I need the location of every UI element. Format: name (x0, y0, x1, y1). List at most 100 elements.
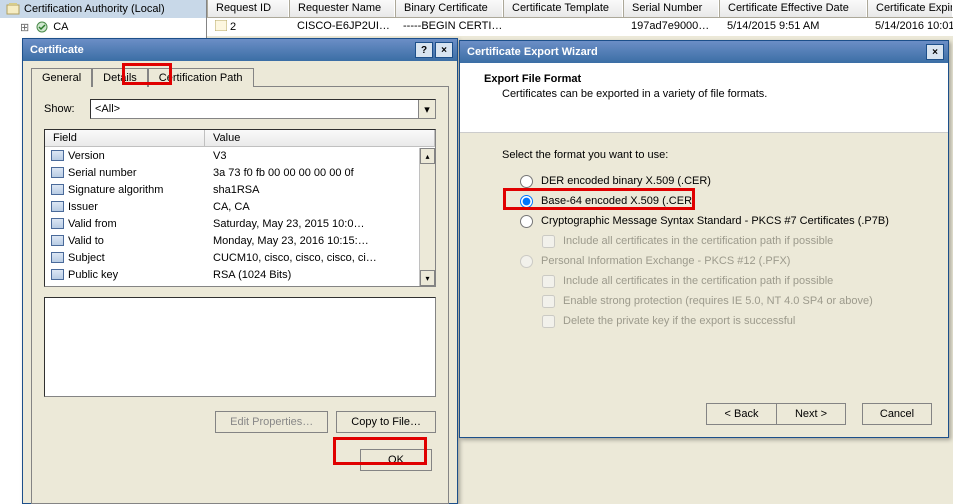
field-value: CA, CA (205, 201, 435, 213)
field-name: Subject (68, 252, 105, 264)
close-button[interactable]: × (435, 42, 453, 58)
edit-properties-button: Edit Properties… (215, 411, 328, 433)
expand-icon[interactable]: ⊞ (20, 21, 29, 34)
table-row[interactable]: 2 CISCO-E6JP2UI… -----BEGIN CERTI… 197ad… (207, 18, 953, 36)
radio-pfx: Personal Information Exchange - PKCS #12… (502, 251, 924, 271)
field-icon (51, 252, 64, 263)
field-row[interactable]: VersionV3 (45, 147, 435, 164)
check-p7b-include: Include all certificates in the certific… (502, 231, 924, 251)
check-pfx-include: Include all certificates in the certific… (502, 271, 924, 291)
field-icon (51, 201, 64, 212)
field-row[interactable]: Valid fromSaturday, May 23, 2015 10:0… (45, 215, 435, 232)
field-icon (51, 218, 64, 229)
select-format-label: Select the format you want to use: (502, 149, 924, 161)
field-value: Monday, May 23, 2016 10:15:… (205, 235, 435, 247)
field-name: Public key (68, 269, 118, 281)
radio-der-label: DER encoded binary X.509 (.CER) (541, 175, 711, 187)
check-p7b-include-input (542, 235, 555, 248)
copy-to-file-button[interactable]: Copy to File… (336, 411, 436, 433)
value-detail-box[interactable] (44, 297, 436, 397)
radio-p7b-input[interactable] (520, 215, 533, 228)
radio-p7b[interactable]: Cryptographic Message Syntax Standard - … (502, 211, 924, 231)
scrollbar[interactable]: ▴ ▾ (419, 148, 435, 286)
ca-icon (35, 20, 49, 34)
chevron-down-icon[interactable]: ▾ (418, 100, 435, 118)
details-panel: Show: <All> ▾ Field Value VersionV3Seria… (31, 86, 449, 504)
col-requester[interactable]: Requester Name (289, 0, 395, 17)
check-p7b-include-label: Include all certificates in the certific… (563, 235, 833, 247)
col-effective[interactable]: Certificate Effective Date (719, 0, 867, 17)
field-row[interactable]: Signature algorithmsha1RSA (45, 181, 435, 198)
cert-row-icon (215, 20, 227, 34)
cancel-button[interactable]: Cancel (862, 403, 932, 425)
export-wizard-dialog: Certificate Export Wizard × Export File … (459, 40, 949, 438)
tab-details[interactable]: Details (92, 68, 148, 87)
check-pfx-strong: Enable strong protection (requires IE 5.… (502, 291, 924, 311)
field-row[interactable]: Subject CUCM10, cisco, cisco, cisco, ci… (45, 249, 435, 266)
cell-expiry: 5/14/2016 10:01 (867, 18, 953, 36)
header-value[interactable]: Value (205, 130, 435, 146)
field-icon (51, 150, 64, 161)
tree-child[interactable]: ⊞ CA (0, 18, 206, 36)
radio-base64[interactable]: Base-64 encoded X.509 (.CER) (502, 191, 924, 211)
show-combo[interactable]: <All> ▾ (90, 99, 436, 119)
check-pfx-delete: Delete the private key if the export is … (502, 311, 924, 331)
field-icon (51, 184, 64, 195)
col-serial[interactable]: Serial Number (623, 0, 719, 17)
ok-button[interactable]: OK (360, 449, 432, 471)
scroll-up-icon[interactable]: ▴ (420, 148, 435, 164)
list-header: Request ID Requester Name Binary Certifi… (207, 0, 953, 18)
col-expiry[interactable]: Certificate Expira (867, 0, 953, 17)
radio-der[interactable]: DER encoded binary X.509 (.CER) (502, 171, 924, 191)
wizard-close-button[interactable]: × (926, 44, 944, 60)
field-name: Valid to (68, 235, 104, 247)
tab-general[interactable]: General (31, 68, 92, 87)
radio-base64-input[interactable] (520, 195, 533, 208)
radio-der-input[interactable] (520, 175, 533, 188)
col-template[interactable]: Certificate Template (503, 0, 623, 17)
header-field[interactable]: Field (45, 130, 205, 146)
back-button[interactable]: < Back (706, 403, 776, 425)
tree-root-label: Certification Authority (Local) (24, 3, 165, 15)
radio-pfx-label: Personal Information Exchange - PKCS #12… (541, 255, 790, 267)
field-row[interactable]: Valid to Monday, May 23, 2016 10:15:… (45, 232, 435, 249)
field-name: Serial number (68, 167, 136, 179)
field-row[interactable]: Serial number3a 73 f0 fb 00 00 00 00 00 … (45, 164, 435, 181)
cell-request-id: 2 (230, 21, 236, 33)
wizard-heading: Export File Format (484, 73, 924, 85)
certificate-dialog: Certificate ? × General Details Certific… (22, 38, 458, 504)
check-pfx-strong-label: Enable strong protection (requires IE 5.… (563, 295, 873, 307)
field-icon (51, 167, 64, 178)
scroll-down-icon[interactable]: ▾ (420, 270, 435, 286)
wizard-title: Certificate Export Wizard (464, 46, 924, 58)
next-button[interactable]: Next > (776, 403, 846, 425)
field-value: sha1RSA (205, 184, 435, 196)
field-value: RSA (1024 Bits) (205, 269, 435, 281)
tree-child-label: CA (53, 21, 68, 33)
radio-p7b-label: Cryptographic Message Syntax Standard - … (541, 215, 889, 227)
check-pfx-include-input (542, 275, 555, 288)
col-binary[interactable]: Binary Certificate (395, 0, 503, 17)
col-request-id[interactable]: Request ID (207, 0, 289, 17)
radio-base64-label: Base-64 encoded X.509 (.CER) (541, 195, 696, 207)
tab-cert-path[interactable]: Certification Path (148, 68, 254, 87)
help-button[interactable]: ? (415, 42, 433, 58)
cell-requester: CISCO-E6JP2UI… (289, 18, 395, 36)
field-row[interactable]: Public key RSA (1024 Bits) (45, 266, 435, 283)
check-pfx-include-label: Include all certificates in the certific… (563, 275, 833, 287)
check-pfx-delete-input (542, 315, 555, 328)
wizard-subtext: Certificates can be exported in a variet… (484, 88, 924, 100)
cell-binary: -----BEGIN CERTI… (395, 18, 503, 36)
field-name: Valid from (68, 218, 117, 230)
field-value: CUCM10, cisco, cisco, cisco, ci… (205, 252, 435, 264)
fields-listview[interactable]: Field Value VersionV3Serial number3a 73 … (44, 129, 436, 287)
check-pfx-strong-input (542, 295, 555, 308)
wizard-titlebar[interactable]: Certificate Export Wizard × (460, 41, 948, 63)
field-row[interactable]: IssuerCA, CA (45, 198, 435, 215)
radio-pfx-input (520, 255, 533, 268)
cert-titlebar[interactable]: Certificate ? × (23, 39, 457, 61)
tree-root[interactable]: Certification Authority (Local) (0, 0, 206, 18)
check-pfx-delete-label: Delete the private key if the export is … (563, 315, 795, 327)
show-value: <All> (95, 103, 120, 115)
field-icon (51, 269, 64, 280)
